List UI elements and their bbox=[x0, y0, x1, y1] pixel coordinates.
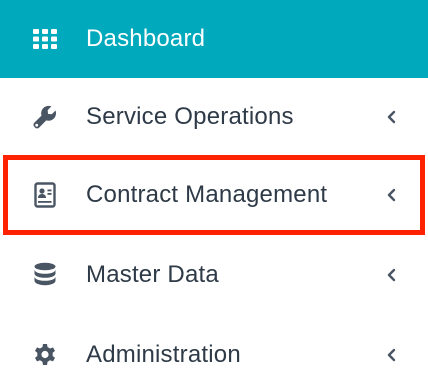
sidebar-item-label: Contract Management bbox=[86, 181, 328, 208]
grid-icon bbox=[30, 24, 60, 54]
sidebar-item-label: Administration bbox=[86, 341, 241, 368]
sidebar-item-dashboard[interactable]: Dashboard bbox=[0, 0, 428, 78]
sidebar-item-master-data[interactable]: Master Data bbox=[0, 236, 428, 314]
sidebar-menu: Dashboard Service Operations Contract Ma… bbox=[0, 0, 428, 391]
sidebar-item-contract-management[interactable]: Contract Management bbox=[0, 156, 428, 234]
gear-icon bbox=[30, 340, 60, 370]
database-icon bbox=[30, 260, 60, 290]
sidebar-item-label: Master Data bbox=[86, 261, 219, 288]
wrench-icon bbox=[30, 102, 60, 132]
chevron-left-icon bbox=[384, 109, 398, 125]
sidebar-item-label: Service Operations bbox=[86, 103, 294, 130]
sidebar-item-service-operations[interactable]: Service Operations bbox=[0, 78, 428, 156]
sidebar-item-administration[interactable]: Administration bbox=[0, 316, 428, 391]
chevron-left-icon bbox=[384, 187, 398, 203]
sidebar-item-label: Dashboard bbox=[86, 25, 206, 52]
chevron-left-icon bbox=[384, 347, 398, 363]
chevron-left-icon bbox=[384, 267, 398, 283]
contract-icon bbox=[30, 180, 60, 210]
